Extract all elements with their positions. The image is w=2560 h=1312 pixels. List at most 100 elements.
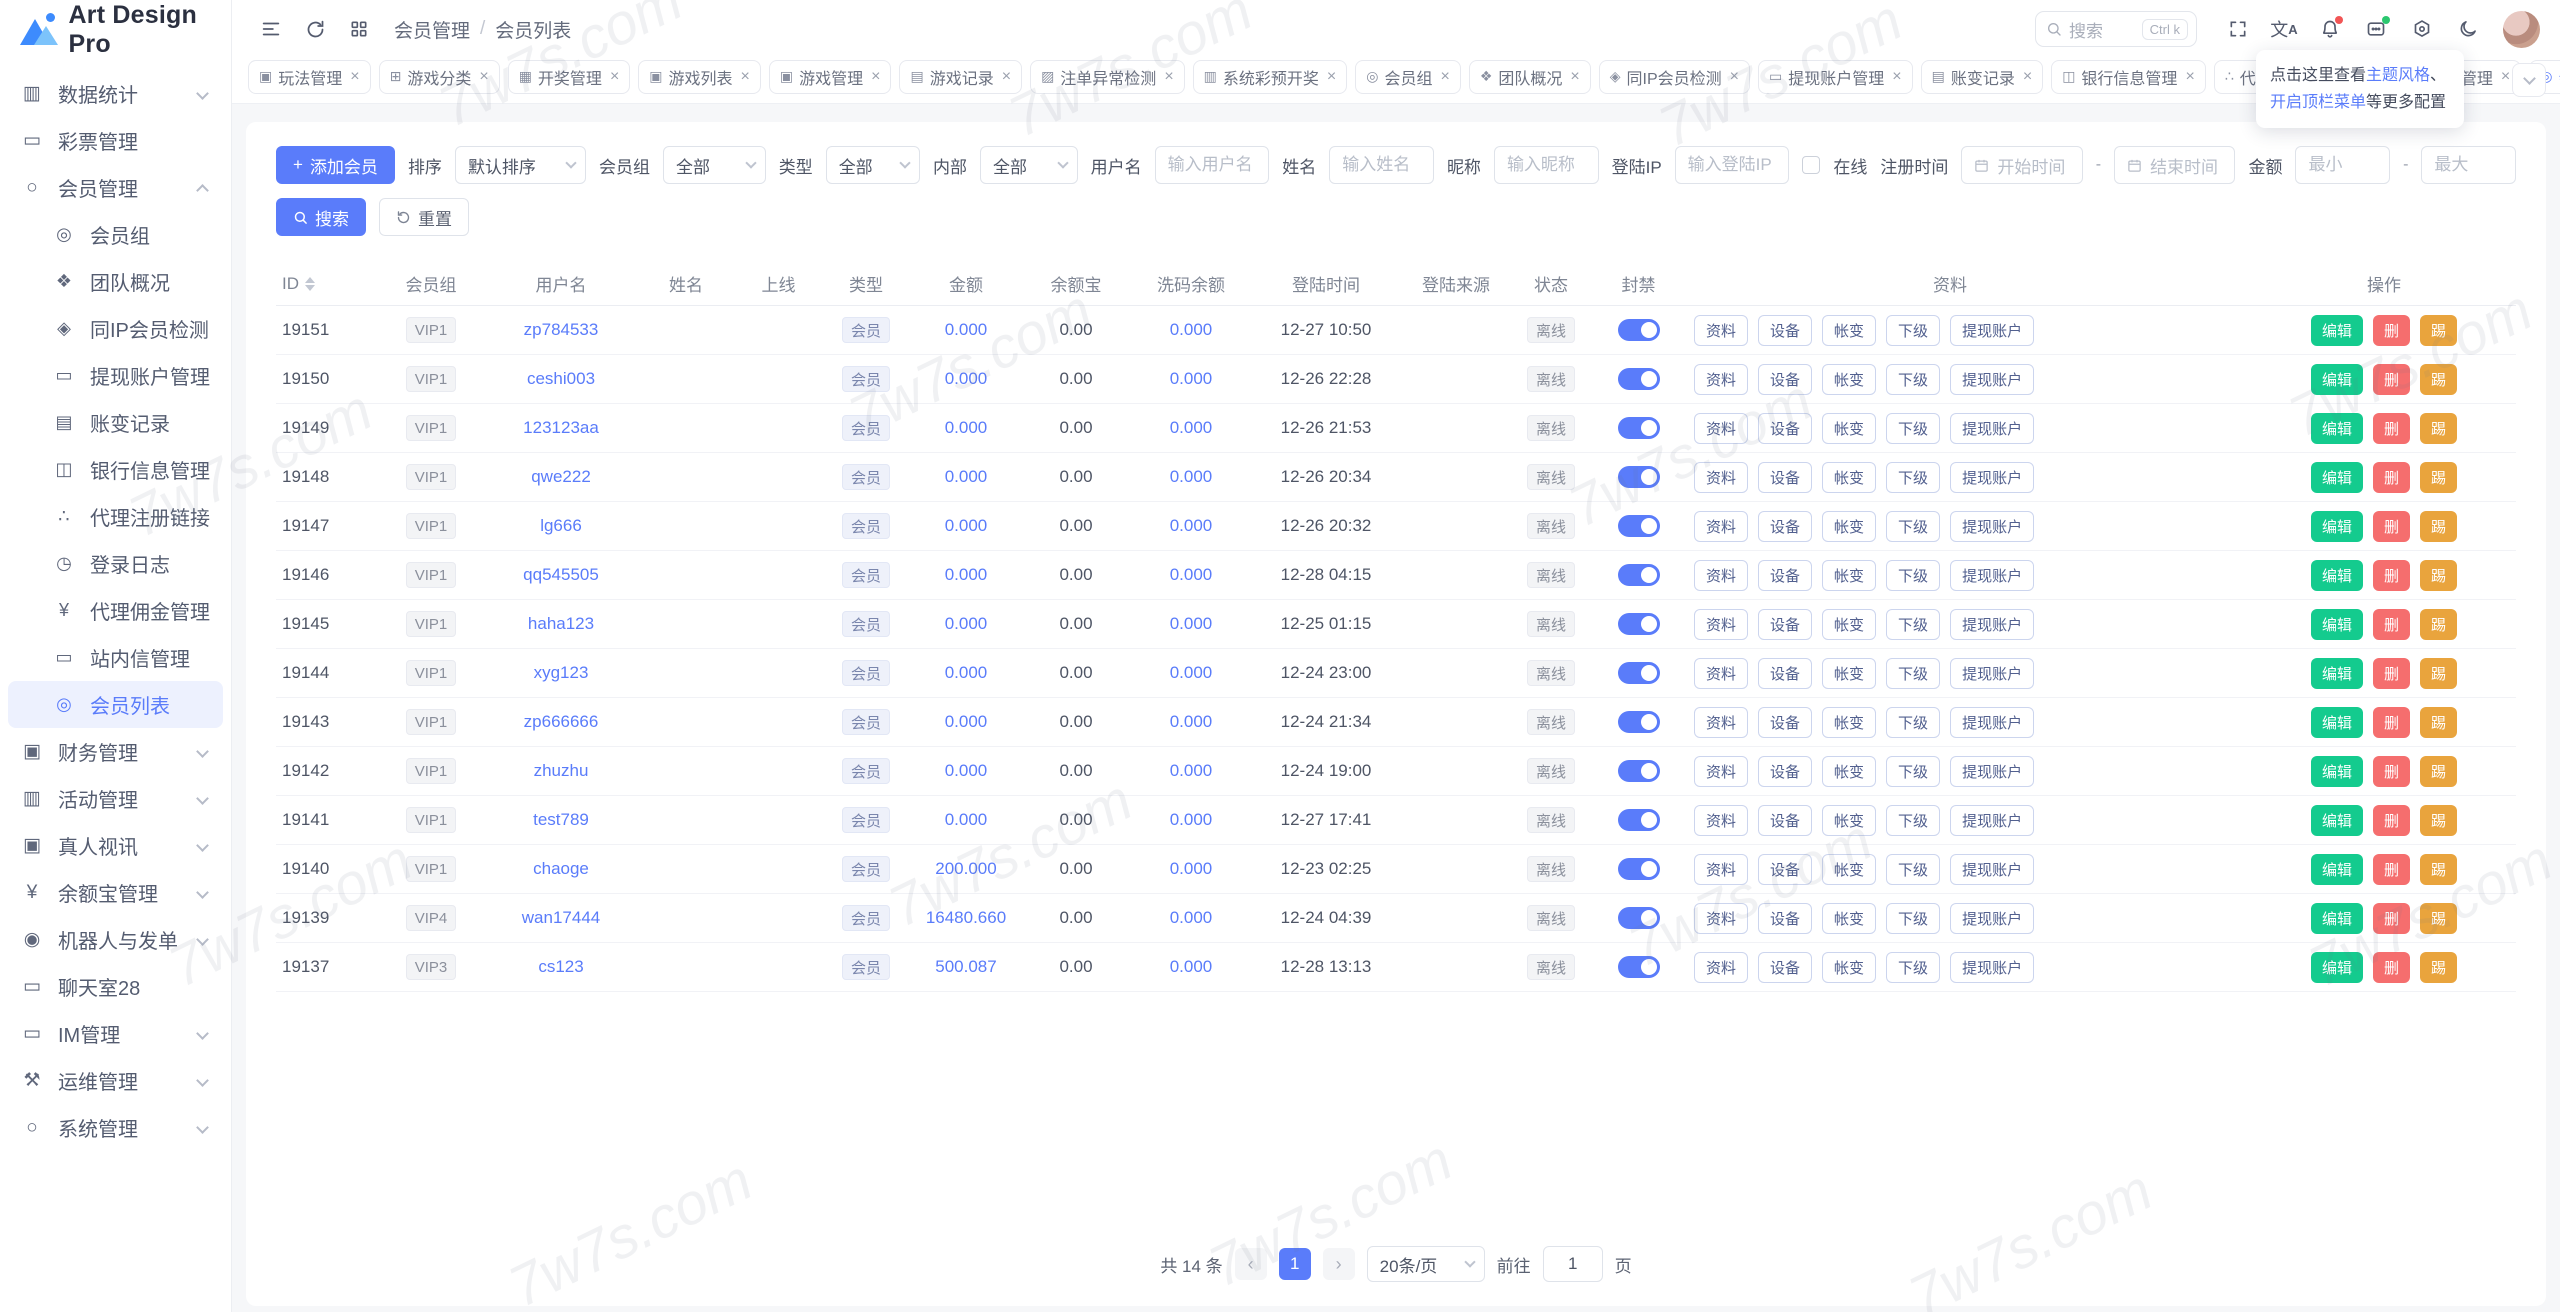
device-button[interactable]: 设备 <box>1758 364 1812 395</box>
wash-balance-link[interactable]: 0.000 <box>1170 516 1213 536</box>
page-tab[interactable]: ▤ 账变记录 × <box>1921 60 2044 94</box>
username-link[interactable]: chaoge <box>533 859 589 879</box>
settings-gear-icon[interactable] <box>2403 10 2441 48</box>
wash-balance-link[interactable]: 0.000 <box>1170 320 1213 340</box>
account-change-button[interactable]: 帐变 <box>1822 560 1876 591</box>
edit-button[interactable]: 编辑 <box>2311 805 2363 836</box>
ban-toggle[interactable] <box>1618 858 1660 880</box>
withdraw-account-button[interactable]: 提现账户 <box>1950 315 2034 346</box>
ban-toggle[interactable] <box>1618 368 1660 390</box>
sidebar-item[interactable]: ◎ 会员列表 <box>8 681 223 728</box>
delete-button[interactable]: 删 <box>2373 805 2410 836</box>
messages-icon[interactable] <box>2357 10 2395 48</box>
username-input[interactable] <box>1168 155 1257 175</box>
ban-toggle[interactable] <box>1618 417 1660 439</box>
amount-link[interactable]: 0.000 <box>945 663 988 683</box>
profile-button[interactable]: 资料 <box>1694 903 1748 934</box>
amount-min-input[interactable] <box>2308 155 2377 175</box>
amount-link[interactable]: 0.000 <box>945 614 988 634</box>
close-icon[interactable]: × <box>2185 68 2194 86</box>
language-translate-icon[interactable]: 文A <box>2265 10 2303 48</box>
subordinate-button[interactable]: 下级 <box>1886 952 1940 983</box>
device-button[interactable]: 设备 <box>1758 756 1812 787</box>
device-button[interactable]: 设备 <box>1758 462 1812 493</box>
name-input[interactable] <box>1342 155 1421 175</box>
account-change-button[interactable]: 帐变 <box>1822 756 1876 787</box>
kick-button[interactable]: 踢 <box>2420 609 2457 640</box>
group-select[interactable]: 全部 <box>663 146 766 184</box>
sidebar-item[interactable]: ◫ 银行信息管理 <box>8 446 223 493</box>
withdraw-account-button[interactable]: 提现账户 <box>1950 609 2034 640</box>
sidebar-item[interactable]: ¥ 余额宝管理 <box>8 869 223 916</box>
wash-balance-link[interactable]: 0.000 <box>1170 859 1213 879</box>
page-tab[interactable]: ▣ 玩法管理 × <box>248 60 371 94</box>
withdraw-account-button[interactable]: 提现账户 <box>1950 413 2034 444</box>
page-tab[interactable]: ◫ 银行信息管理 × <box>2051 60 2206 94</box>
sidebar-item[interactable]: ◎ 会员组 <box>8 211 223 258</box>
delete-button[interactable]: 删 <box>2373 462 2410 493</box>
kick-button[interactable]: 踢 <box>2420 903 2457 934</box>
page-tab[interactable]: ▣ 游戏列表 × <box>638 60 761 94</box>
dark-mode-moon-icon[interactable] <box>2449 10 2487 48</box>
amount-link[interactable]: 16480.660 <box>926 908 1006 928</box>
amount-link[interactable]: 0.000 <box>945 761 988 781</box>
username-link[interactable]: haha123 <box>528 614 594 634</box>
nickname-input[interactable] <box>1507 155 1586 175</box>
current-page-button[interactable]: 1 <box>1279 1248 1311 1280</box>
username-link[interactable]: qwe222 <box>531 467 591 487</box>
subordinate-button[interactable]: 下级 <box>1886 560 1940 591</box>
close-icon[interactable]: × <box>1730 68 1739 86</box>
sidebar-item[interactable]: ❖ 团队概况 <box>8 258 223 305</box>
page-tab[interactable]: ▤ 游戏记录 × <box>899 60 1022 94</box>
sidebar-item[interactable]: ▥ 数据统计 <box>8 70 223 117</box>
withdraw-account-button[interactable]: 提现账户 <box>1950 903 2034 934</box>
subordinate-button[interactable]: 下级 <box>1886 805 1940 836</box>
kick-button[interactable]: 踢 <box>2420 707 2457 738</box>
type-select[interactable]: 全部 <box>826 146 920 184</box>
reset-button[interactable]: 重置 <box>379 198 469 236</box>
delete-button[interactable]: 删 <box>2373 658 2410 689</box>
kick-button[interactable]: 踢 <box>2420 315 2457 346</box>
kick-button[interactable]: 踢 <box>2420 854 2457 885</box>
kick-button[interactable]: 踢 <box>2420 658 2457 689</box>
sidebar-item[interactable]: ○ 会员管理 <box>8 164 223 211</box>
delete-button[interactable]: 删 <box>2373 707 2410 738</box>
profile-button[interactable]: 资料 <box>1694 560 1748 591</box>
login-ip-input[interactable] <box>1688 155 1777 175</box>
page-tab[interactable]: ◈ 同IP会员检测 × <box>1599 60 1750 94</box>
withdraw-account-button[interactable]: 提现账户 <box>1950 854 2034 885</box>
wash-balance-link[interactable]: 0.000 <box>1170 908 1213 928</box>
wash-balance-link[interactable]: 0.000 <box>1170 565 1213 585</box>
sidebar-item[interactable]: ▭ 站内信管理 <box>8 634 223 681</box>
edit-button[interactable]: 编辑 <box>2311 413 2363 444</box>
page-tab[interactable]: ❖ 团队概况 × <box>1469 60 1591 94</box>
withdraw-account-button[interactable]: 提现账户 <box>1950 560 2034 591</box>
sidebar-item[interactable]: ◉ 机器人与发单 <box>8 916 223 963</box>
col-header-id[interactable]: ID <box>276 274 376 294</box>
global-search[interactable]: 搜索 Ctrl k <box>2035 11 2197 47</box>
delete-button[interactable]: 删 <box>2373 511 2410 542</box>
ban-toggle[interactable] <box>1618 662 1660 684</box>
device-button[interactable]: 设备 <box>1758 413 1812 444</box>
internal-select[interactable]: 全部 <box>980 146 1078 184</box>
ban-toggle[interactable] <box>1618 515 1660 537</box>
ban-toggle[interactable] <box>1618 956 1660 978</box>
username-link[interactable]: lg666 <box>540 516 582 536</box>
withdraw-account-button[interactable]: 提现账户 <box>1950 805 2034 836</box>
theme-style-link[interactable]: 主题风格 <box>2366 67 2430 84</box>
subordinate-button[interactable]: 下级 <box>1886 413 1940 444</box>
sidebar-item[interactable]: ▭ 提现账户管理 <box>8 352 223 399</box>
ban-toggle[interactable] <box>1618 809 1660 831</box>
delete-button[interactable]: 删 <box>2373 609 2410 640</box>
end-date-picker[interactable]: 结束时间 <box>2114 146 2235 184</box>
device-button[interactable]: 设备 <box>1758 560 1812 591</box>
wash-balance-link[interactable]: 0.000 <box>1170 712 1213 732</box>
sidebar-item[interactable]: ¥ 代理佣金管理 <box>8 587 223 634</box>
subordinate-button[interactable]: 下级 <box>1886 609 1940 640</box>
amount-link[interactable]: 0.000 <box>945 467 988 487</box>
profile-button[interactable]: 资料 <box>1694 364 1748 395</box>
username-link[interactable]: qq545505 <box>523 565 599 585</box>
device-button[interactable]: 设备 <box>1758 315 1812 346</box>
device-button[interactable]: 设备 <box>1758 854 1812 885</box>
account-change-button[interactable]: 帐变 <box>1822 511 1876 542</box>
